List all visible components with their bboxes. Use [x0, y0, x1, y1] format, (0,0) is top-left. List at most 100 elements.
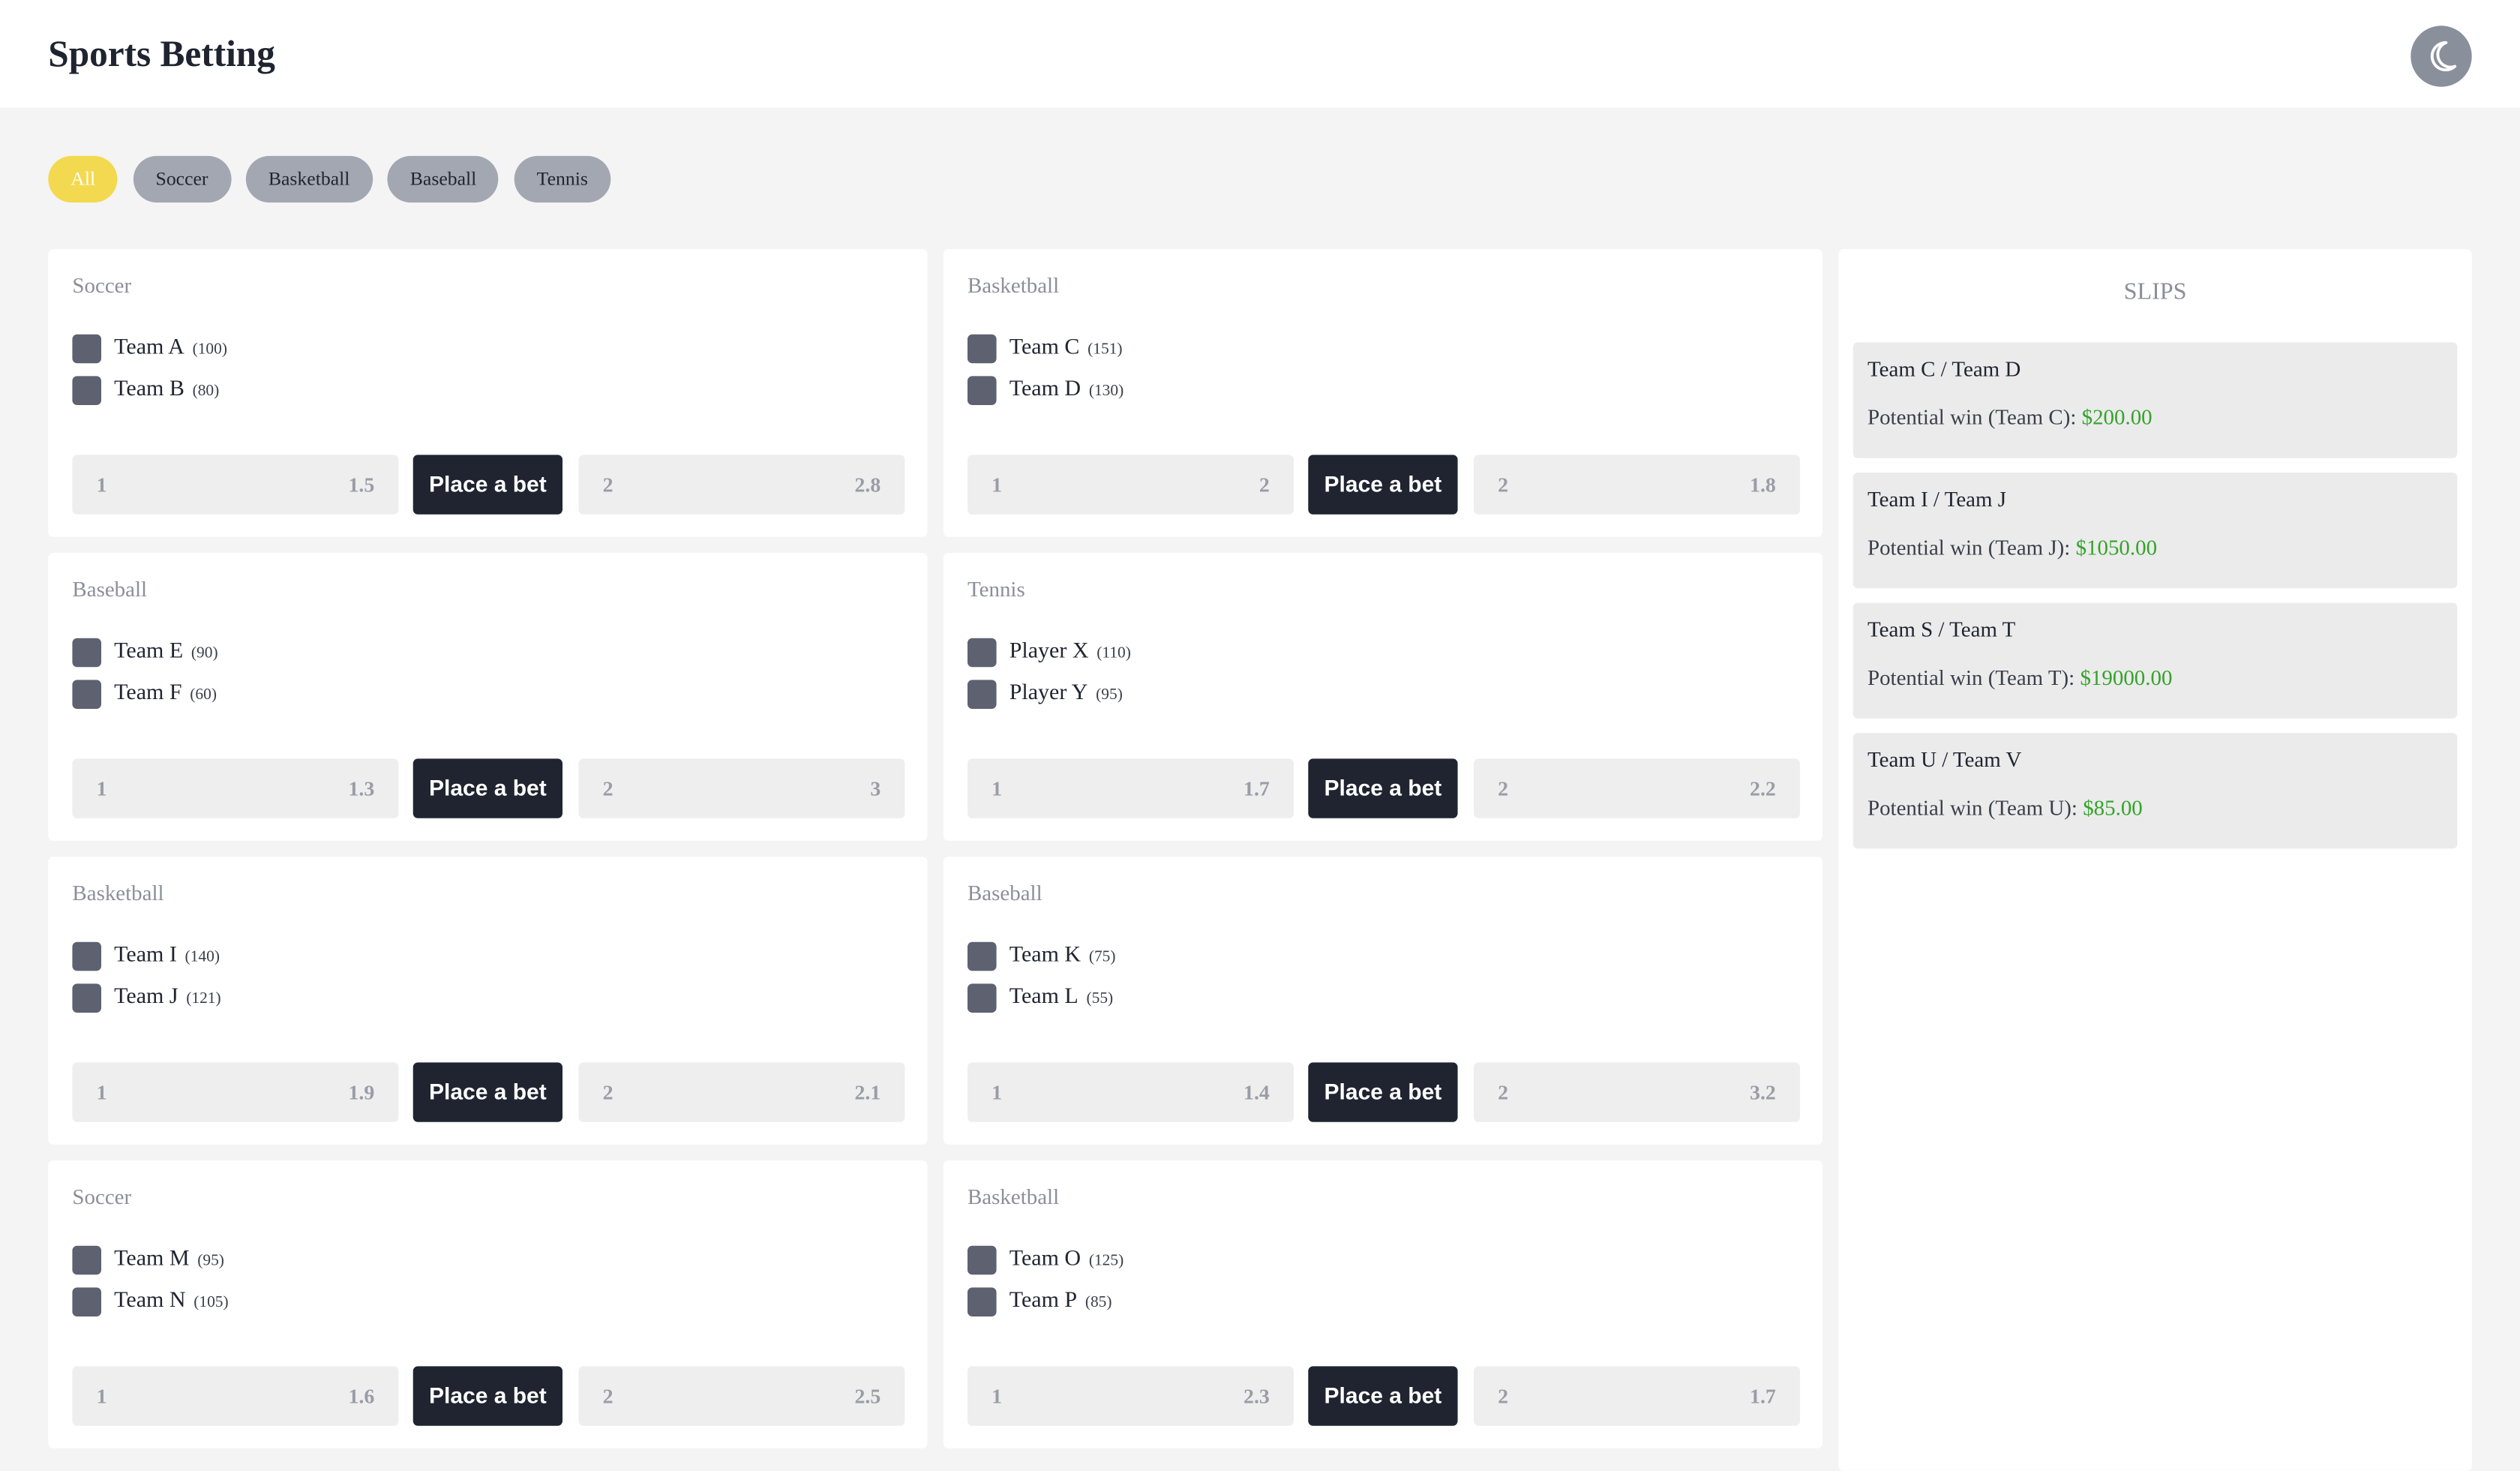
team-option[interactable]: Team C (151) — [968, 334, 1123, 364]
slip-win-label: Potential win (Team J): — [1868, 535, 2076, 560]
place-bet-button[interactable]: Place a bet — [1308, 758, 1458, 818]
team-checkbox[interactable] — [968, 1245, 997, 1275]
place-bet-button[interactable]: Place a bet — [412, 758, 562, 818]
team-option[interactable]: Team K (75) — [968, 941, 1116, 971]
odds-home[interactable]: 1 1.7 — [968, 758, 1294, 818]
place-bet-button[interactable]: Place a bet — [1308, 1062, 1458, 1122]
place-bet-button[interactable]: Place a bet — [412, 1366, 562, 1426]
odds-home[interactable]: 1 2 — [968, 455, 1294, 515]
team-option[interactable]: Team D (130) — [968, 376, 1124, 405]
team-checkbox[interactable] — [968, 376, 997, 405]
team-option[interactable]: Team E (90) — [72, 638, 218, 668]
team-option[interactable]: Team J (121) — [72, 983, 221, 1013]
team-name: Team C — [1009, 335, 1080, 360]
place-bet-button[interactable]: Place a bet — [412, 1062, 562, 1122]
filter-tennis[interactable]: Tennis — [514, 155, 610, 203]
team-name: Team K — [1009, 943, 1082, 968]
filter-baseball[interactable]: Baseball — [387, 155, 500, 203]
team-checkbox[interactable] — [72, 334, 101, 364]
odds-away[interactable]: 2 2.1 — [578, 1062, 905, 1122]
app-title: Sports Betting — [48, 34, 275, 74]
team-count: (95) — [1096, 685, 1123, 704]
odds-home[interactable]: 1 2.3 — [968, 1366, 1294, 1426]
team-option[interactable]: Team F (60) — [72, 680, 217, 709]
team-checkbox[interactable] — [72, 1245, 101, 1275]
odds-away[interactable]: 2 2.5 — [578, 1366, 905, 1426]
odds-home[interactable]: 1 1.3 — [72, 758, 399, 818]
team-checkbox[interactable] — [968, 983, 997, 1013]
team-checkbox[interactable] — [968, 334, 997, 364]
filter-all[interactable]: All — [48, 155, 118, 203]
team-checkbox[interactable] — [968, 680, 997, 709]
team-checkbox[interactable] — [968, 941, 997, 971]
odds-value: 1.5 — [348, 473, 375, 497]
slip-item[interactable]: Team C / Team D Potential win (Team C): … — [1852, 342, 2458, 458]
place-bet-button[interactable]: Place a bet — [1308, 455, 1458, 515]
slip-win-amount: $19000.00 — [2080, 665, 2173, 690]
match-card: Tennis Player X (110) Player Y (95) 1 1.… — [943, 553, 1822, 841]
team-option[interactable]: Team O (125) — [968, 1245, 1124, 1275]
sport-label: Basketball — [968, 273, 1060, 298]
odds-key: 2 — [602, 1384, 614, 1409]
team-option[interactable]: Player Y (95) — [968, 680, 1123, 709]
team-option[interactable]: Player X (110) — [968, 638, 1131, 668]
match-card: Baseball Team K (75) Team L (55) 1 1.4 P… — [943, 857, 1822, 1145]
odds-away[interactable]: 2 3.2 — [1473, 1062, 1800, 1122]
match-card: Basketball Team I (140) Team J (121) 1 1… — [48, 857, 928, 1145]
odds-away[interactable]: 2 1.7 — [1473, 1366, 1800, 1426]
team-name: Team P — [1009, 1289, 1078, 1313]
odds-home[interactable]: 1 1.9 — [72, 1062, 399, 1122]
team-name: Team M — [114, 1247, 190, 1271]
odds-away[interactable]: 2 1.8 — [1473, 455, 1800, 515]
odds-value: 2.1 — [854, 1080, 881, 1105]
team-checkbox[interactable] — [968, 1287, 997, 1316]
team-option[interactable]: Team B (80) — [72, 376, 219, 405]
team-option[interactable]: Team M (95) — [72, 1245, 224, 1275]
odds-away[interactable]: 2 3 — [578, 758, 905, 818]
team-option[interactable]: Team A (100) — [72, 334, 227, 364]
odds-key: 2 — [602, 473, 614, 497]
odds-value: 1.8 — [1750, 473, 1776, 497]
slip-item[interactable]: Team S / Team T Potential win (Team T): … — [1852, 602, 2458, 719]
slips-title: SLIPS — [2123, 279, 2187, 306]
team-checkbox[interactable] — [72, 680, 101, 709]
odds-key: 2 — [1498, 1384, 1509, 1409]
team-count: (90) — [190, 644, 218, 662]
odds-home[interactable]: 1 1.6 — [72, 1366, 399, 1426]
odds-key: 2 — [1498, 1080, 1509, 1105]
slip-item[interactable]: Team U / Team V Potential win (Team U): … — [1852, 733, 2458, 849]
slip-item[interactable]: Team I / Team J Potential win (Team J): … — [1852, 473, 2458, 589]
team-name: Player Y — [1009, 681, 1088, 706]
odds-home[interactable]: 1 1.5 — [72, 455, 399, 515]
odds-home[interactable]: 1 1.4 — [968, 1062, 1294, 1122]
odds-value: 2.2 — [1750, 776, 1776, 801]
team-option[interactable]: Team I (140) — [72, 941, 220, 971]
filter-basketball[interactable]: Basketball — [245, 155, 373, 203]
team-checkbox[interactable] — [72, 376, 101, 405]
team-checkbox[interactable] — [72, 983, 101, 1013]
theme-toggle-button[interactable] — [2410, 26, 2472, 87]
team-checkbox[interactable] — [968, 638, 997, 668]
team-checkbox[interactable] — [72, 941, 101, 971]
odds-away[interactable]: 2 2.2 — [1473, 758, 1800, 818]
team-count: (60) — [190, 685, 217, 704]
team-checkbox[interactable] — [72, 1287, 101, 1316]
team-option[interactable]: Team L (55) — [968, 983, 1113, 1013]
team-count: (121) — [186, 989, 221, 1007]
odds-key: 2 — [602, 1080, 614, 1105]
place-bet-button[interactable]: Place a bet — [412, 455, 562, 515]
sport-label: Tennis — [968, 577, 1025, 602]
sport-label: Baseball — [968, 881, 1042, 905]
place-bet-button[interactable]: Place a bet — [1308, 1366, 1458, 1426]
odds-away[interactable]: 2 2.8 — [578, 455, 905, 515]
team-name: Player X — [1009, 639, 1089, 664]
odds-value: 1.7 — [1244, 776, 1270, 801]
team-count: (140) — [184, 947, 220, 965]
top-bar: Sports Betting — [0, 0, 2520, 108]
filter-soccer[interactable]: Soccer — [133, 155, 231, 203]
team-option[interactable]: Team N (105) — [72, 1287, 229, 1316]
slip-match: Team C / Team D — [1868, 356, 2021, 381]
slip-match: Team S / Team T — [1868, 617, 2016, 641]
team-checkbox[interactable] — [72, 638, 101, 668]
team-option[interactable]: Team P (85) — [968, 1287, 1112, 1316]
